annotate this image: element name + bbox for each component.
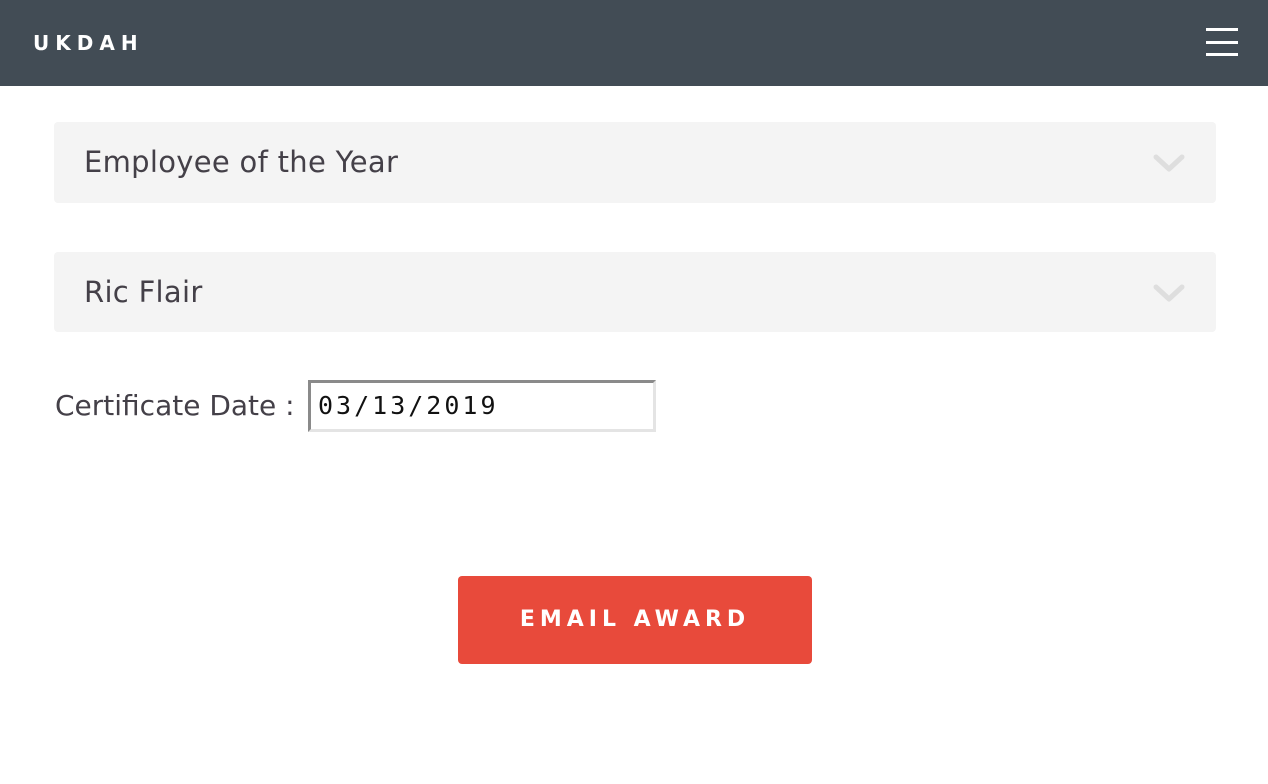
brand-logo[interactable]: UKDAH [33, 30, 144, 56]
award-type-select[interactable]: Employee of the Year [54, 122, 1216, 203]
certificate-date-label: Certificate Date : [55, 389, 295, 422]
recipient-select[interactable]: Ric Flair [54, 252, 1216, 332]
email-award-button[interactable]: EMAIL AWARD [458, 576, 812, 664]
award-type-value: Employee of the Year [84, 145, 399, 179]
chevron-down-icon [1153, 284, 1185, 302]
recipient-value: Ric Flair [84, 275, 203, 309]
certificate-date-input[interactable]: 03/13/2019 [308, 380, 656, 432]
menu-bar [1206, 41, 1238, 44]
hamburger-menu-icon[interactable] [1199, 24, 1245, 64]
top-navbar: UKDAH [0, 0, 1268, 86]
menu-bar [1206, 28, 1238, 31]
chevron-down-icon [1153, 154, 1185, 172]
menu-bar [1206, 53, 1238, 56]
